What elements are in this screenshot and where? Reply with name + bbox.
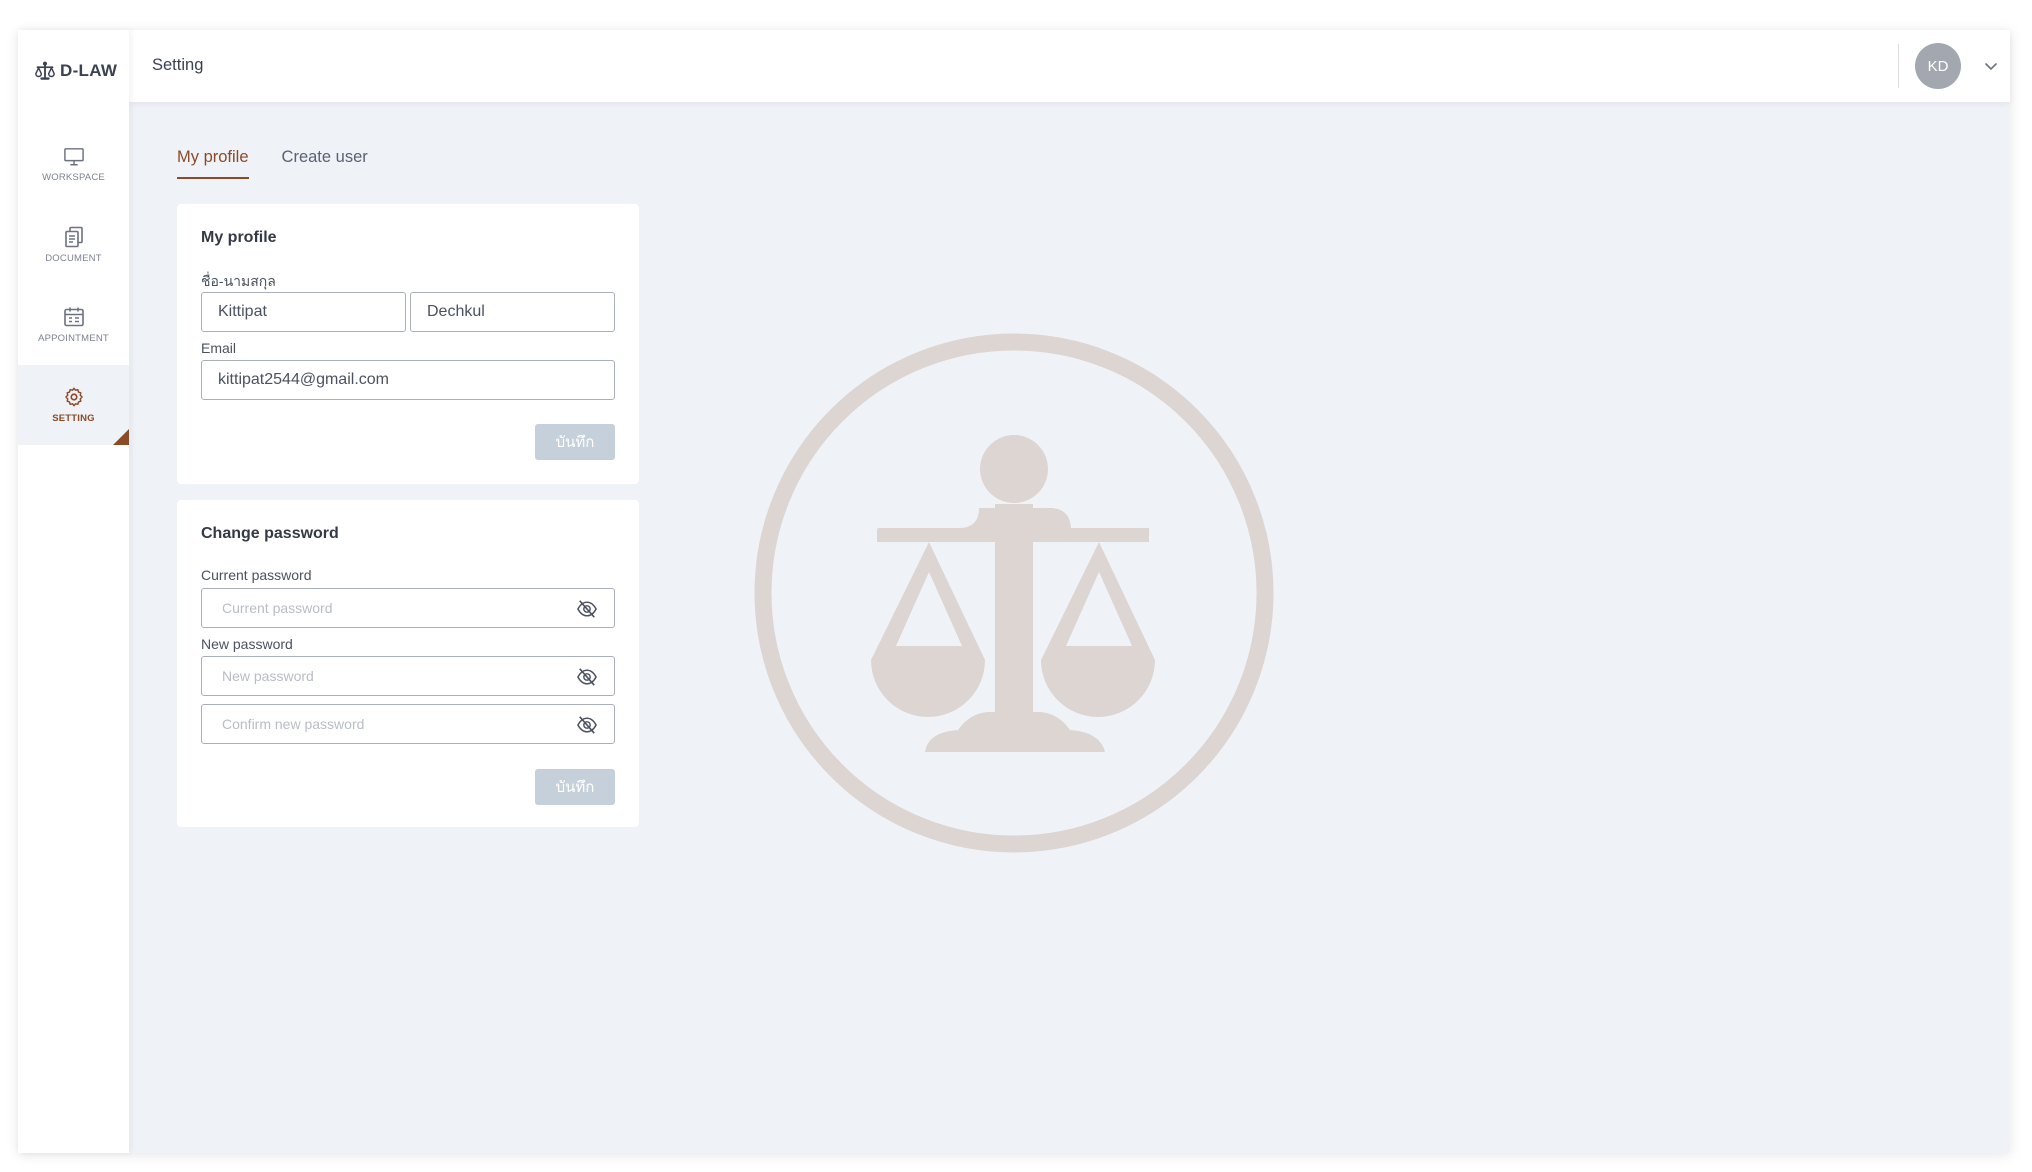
scales-of-justice-emblem-icon (754, 333, 1274, 853)
brand-logo[interactable]: D-LAW (34, 56, 117, 86)
sidebar-item-workspace[interactable]: WORKSPACE (18, 125, 129, 205)
active-indicator (113, 429, 129, 445)
calendar-icon (63, 307, 84, 327)
scales-logo-icon (35, 61, 55, 80)
sidebar-item-label: SETTING (52, 413, 95, 424)
password-card-title: Change password (201, 525, 339, 542)
sidebar-item-document[interactable]: DOCUMENT (18, 205, 129, 285)
current-password-label: Current password (201, 567, 312, 583)
current-password-field[interactable]: Current password (201, 588, 615, 628)
confirm-password-placeholder: Confirm new password (222, 716, 365, 732)
account-menu-toggle[interactable] (1981, 56, 2001, 76)
eye-off-icon[interactable] (576, 715, 598, 735)
gear-icon (64, 387, 83, 407)
eye-off-icon[interactable] (576, 599, 598, 619)
documents-icon (64, 226, 83, 248)
app-window: D-LAW WORKSPACE DOCUMENT APPOINTMENT SET… (18, 30, 2010, 1153)
change-password-card: Change password Current password Current… (177, 500, 639, 827)
sidebar-item-label: WORKSPACE (42, 172, 105, 183)
new-password-field[interactable]: New password (201, 656, 615, 696)
sidebar-item-setting[interactable]: SETTING (18, 365, 129, 445)
save-profile-button[interactable]: บันทึก (535, 424, 615, 460)
brand-name: D-LAW (60, 61, 118, 80)
name-label: ชื่อ-นามสกุล (201, 273, 276, 289)
tab-create-user[interactable]: Create user (282, 148, 368, 180)
email-label: Email (201, 340, 237, 356)
email-field[interactable]: kittipat2544@gmail.com (201, 360, 615, 400)
eye-off-icon[interactable] (576, 667, 598, 687)
last-name-field[interactable]: Dechkul (410, 292, 615, 332)
avatar[interactable]: KD (1915, 43, 1961, 89)
top-header: Setting KD (129, 30, 2010, 102)
confirm-password-field[interactable]: Confirm new password (201, 704, 615, 744)
profile-card: My profile ชื่อ-นามสกุล Kittipat Dechkul… (177, 204, 639, 484)
header-divider (1898, 44, 1899, 88)
current-password-placeholder: Current password (222, 600, 333, 616)
first-name-field[interactable]: Kittipat (201, 292, 406, 332)
sidebar: D-LAW WORKSPACE DOCUMENT APPOINTMENT SET… (18, 30, 129, 1153)
monitor-icon (63, 148, 84, 166)
chevron-down-icon (1984, 62, 1998, 70)
sidebar-item-label: DOCUMENT (45, 253, 102, 264)
profile-card-title: My profile (201, 229, 277, 246)
page-title: Setting (152, 56, 204, 74)
save-password-button[interactable]: บันทึก (535, 769, 615, 805)
new-password-placeholder: New password (222, 668, 314, 684)
settings-tabs: My profile Create user (177, 148, 368, 180)
sidebar-item-appointment[interactable]: APPOINTMENT (18, 285, 129, 365)
new-password-label: New password (201, 636, 293, 652)
tab-my-profile[interactable]: My profile (177, 148, 249, 180)
sidebar-item-label: APPOINTMENT (38, 333, 109, 344)
